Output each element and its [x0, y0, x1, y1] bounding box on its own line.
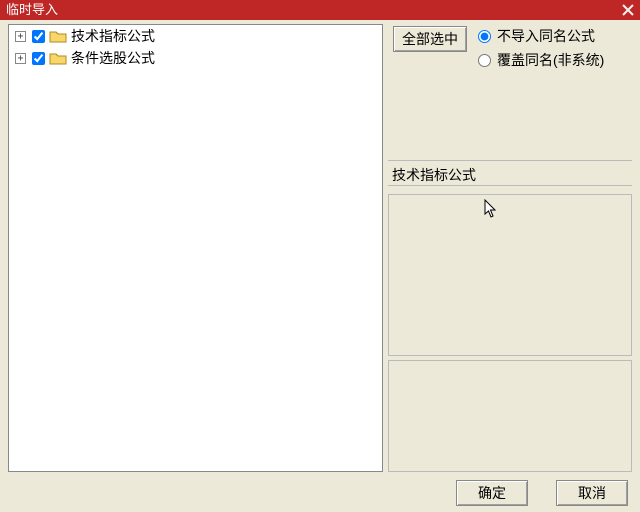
tree-label: 技术指标公式 — [71, 26, 155, 46]
radio-input-skip[interactable] — [478, 30, 491, 43]
radio-label: 不导入同名公式 — [497, 26, 595, 46]
expand-icon[interactable]: + — [15, 53, 26, 64]
tree-checkbox[interactable] — [32, 52, 45, 65]
selected-node-label: 技术指标公式 — [388, 160, 632, 186]
folder-icon — [49, 29, 67, 43]
expand-icon[interactable]: + — [15, 31, 26, 42]
client-area: + 技术指标公式 + 条件选股公式 全部选中 — [0, 20, 640, 512]
close-button[interactable] — [616, 0, 640, 20]
tree-panel[interactable]: + 技术指标公式 + 条件选股公式 — [8, 24, 383, 472]
titlebar: 临时导入 — [0, 0, 640, 20]
import-mode-radio-group: 不导入同名公式 覆盖同名(非系统) — [478, 24, 634, 72]
tree-row-tech-indicator[interactable]: + 技术指标公式 — [9, 25, 382, 47]
radio-overwrite[interactable]: 覆盖同名(非系统) — [478, 48, 634, 72]
tree-checkbox[interactable] — [32, 30, 45, 43]
radio-label: 覆盖同名(非系统) — [497, 50, 604, 70]
formula-preview-box — [388, 194, 632, 356]
description-box — [388, 360, 632, 472]
select-all-button[interactable]: 全部选中 — [393, 26, 467, 52]
ok-button[interactable]: 确定 — [456, 480, 528, 506]
radio-input-overwrite[interactable] — [478, 54, 491, 67]
tree-label: 条件选股公式 — [71, 48, 155, 68]
close-icon — [622, 4, 634, 16]
folder-icon — [49, 51, 67, 65]
radio-skip-same[interactable]: 不导入同名公式 — [478, 24, 634, 48]
cancel-button[interactable]: 取消 — [556, 480, 628, 506]
tree-row-condition-select[interactable]: + 条件选股公式 — [9, 47, 382, 69]
window-title: 临时导入 — [6, 0, 58, 20]
